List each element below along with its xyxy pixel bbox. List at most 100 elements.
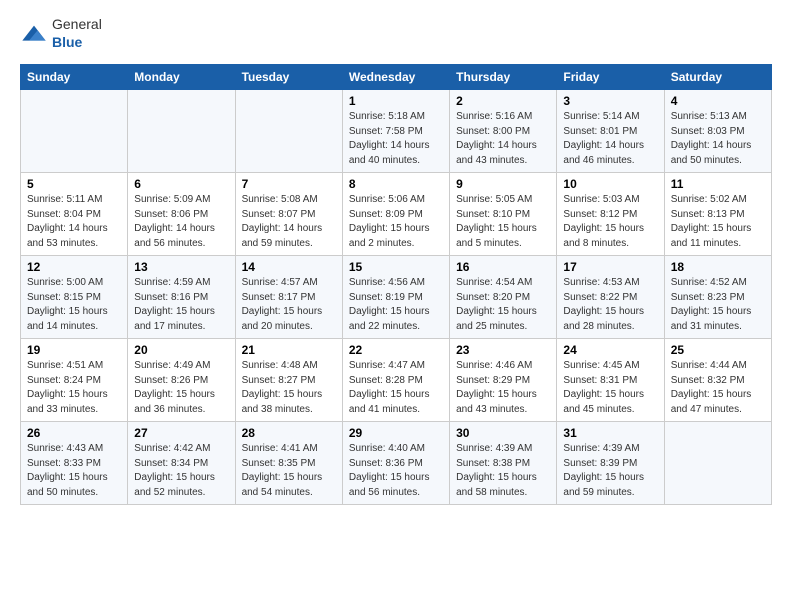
calendar-day-cell: 24 Sunrise: 4:45 AMSunset: 8:31 PMDayligh… bbox=[557, 339, 664, 422]
calendar-day-cell: 3Sunrise: 5:14 AMSunset: 8:01 PMDaylight… bbox=[557, 90, 664, 173]
day-info: Sunrise: 4:52 AMSunset: 8:23 PMDaylight:… bbox=[671, 276, 765, 334]
weekday-header-friday: Friday bbox=[557, 65, 664, 90]
calendar-day-cell: 7Sunrise: 5:08 AMSunset: 8:07 PMDaylight… bbox=[235, 173, 342, 256]
day-info: Sunrise: 5:13 AMSunset: 8:03 PMDaylight:… bbox=[671, 110, 765, 168]
day-number: 11 bbox=[671, 177, 765, 191]
day-number: 25 bbox=[671, 343, 765, 357]
calendar-day-cell: 19 Sunrise: 4:51 AMSunset: 8:24 PMDayligh… bbox=[21, 339, 128, 422]
calendar-day-cell: 20 Sunrise: 4:49 AMSunset: 8:26 PMDayligh… bbox=[128, 339, 235, 422]
day-info: Sunrise: 4:53 AMSunset: 8:22 PMDaylight:… bbox=[563, 276, 657, 334]
day-number: 27 bbox=[134, 426, 228, 440]
day-info: Sunrise: 4:45 AMSunset: 8:31 PMDaylight:… bbox=[563, 359, 657, 417]
day-number: 12 bbox=[27, 260, 121, 274]
day-number: 18 bbox=[671, 260, 765, 274]
calendar-day-cell: 9 Sunrise: 5:05 AMSunset: 8:10 PMDaylight… bbox=[450, 173, 557, 256]
day-info: Sunrise: 4:48 AMSunset: 8:27 PMDaylight:… bbox=[242, 359, 336, 417]
day-number: 10 bbox=[563, 177, 657, 191]
calendar-day-cell: 26 Sunrise: 4:43 AMSunset: 8:33 PMDayligh… bbox=[21, 422, 128, 505]
calendar-week-row: 26 Sunrise: 4:43 AMSunset: 8:33 PMDayligh… bbox=[21, 422, 772, 505]
calendar-week-row: 19 Sunrise: 4:51 AMSunset: 8:24 PMDayligh… bbox=[21, 339, 772, 422]
calendar-day-cell: 8 Sunrise: 5:06 AMSunset: 8:09 PMDaylight… bbox=[342, 173, 449, 256]
calendar-day-cell: 22 Sunrise: 4:47 AMSunset: 8:28 PMDayligh… bbox=[342, 339, 449, 422]
day-number: 23 bbox=[456, 343, 550, 357]
day-info: Sunrise: 5:18 AMSunset: 7:58 PMDaylight:… bbox=[349, 110, 443, 168]
calendar-day-cell: 17 Sunrise: 4:53 AMSunset: 8:22 PMDayligh… bbox=[557, 256, 664, 339]
calendar-table: SundayMondayTuesdayWednesdayThursdayFrid… bbox=[20, 64, 772, 505]
weekday-header-thursday: Thursday bbox=[450, 65, 557, 90]
calendar-day-cell: 15 Sunrise: 4:56 AMSunset: 8:19 PMDayligh… bbox=[342, 256, 449, 339]
day-info: Sunrise: 5:09 AMSunset: 8:06 PMDaylight:… bbox=[134, 193, 228, 251]
calendar-day-cell: 21 Sunrise: 4:48 AMSunset: 8:27 PMDayligh… bbox=[235, 339, 342, 422]
calendar-day-cell: 5 Sunrise: 5:11 AMSunset: 8:04 PMDaylight… bbox=[21, 173, 128, 256]
day-number: 15 bbox=[349, 260, 443, 274]
calendar-week-row: 1Sunrise: 5:18 AMSunset: 7:58 PMDaylight… bbox=[21, 90, 772, 173]
calendar-empty-cell bbox=[128, 90, 235, 173]
day-number: 22 bbox=[349, 343, 443, 357]
calendar-day-cell: 13Sunrise: 4:59 AMSunset: 8:16 PMDayligh… bbox=[128, 256, 235, 339]
day-info: Sunrise: 5:06 AMSunset: 8:09 PMDaylight:… bbox=[349, 193, 443, 251]
calendar-day-cell: 23Sunrise: 4:46 AMSunset: 8:29 PMDayligh… bbox=[450, 339, 557, 422]
day-number: 17 bbox=[563, 260, 657, 274]
day-number: 8 bbox=[349, 177, 443, 191]
weekday-header-sunday: Sunday bbox=[21, 65, 128, 90]
calendar-day-cell: 16Sunrise: 4:54 AMSunset: 8:20 PMDayligh… bbox=[450, 256, 557, 339]
day-info: Sunrise: 5:02 AMSunset: 8:13 PMDaylight:… bbox=[671, 193, 765, 251]
day-info: Sunrise: 5:14 AMSunset: 8:01 PMDaylight:… bbox=[563, 110, 657, 168]
calendar-day-cell: 25 Sunrise: 4:44 AMSunset: 8:32 PMDayligh… bbox=[664, 339, 771, 422]
day-info: Sunrise: 4:44 AMSunset: 8:32 PMDaylight:… bbox=[671, 359, 765, 417]
day-number: 19 bbox=[27, 343, 121, 357]
day-info: Sunrise: 4:42 AMSunset: 8:34 PMDaylight:… bbox=[134, 442, 228, 500]
calendar-day-cell: 6 Sunrise: 5:09 AMSunset: 8:06 PMDaylight… bbox=[128, 173, 235, 256]
day-number: 20 bbox=[134, 343, 228, 357]
day-number: 30 bbox=[456, 426, 550, 440]
day-number: 14 bbox=[242, 260, 336, 274]
weekday-header-saturday: Saturday bbox=[664, 65, 771, 90]
logo-icon bbox=[20, 24, 48, 44]
calendar-day-cell: 31 Sunrise: 4:39 AMSunset: 8:39 PMDayligh… bbox=[557, 422, 664, 505]
calendar-week-row: 5 Sunrise: 5:11 AMSunset: 8:04 PMDaylight… bbox=[21, 173, 772, 256]
day-number: 4 bbox=[671, 94, 765, 108]
day-number: 28 bbox=[242, 426, 336, 440]
calendar-empty-cell bbox=[21, 90, 128, 173]
day-info: Sunrise: 4:56 AMSunset: 8:19 PMDaylight:… bbox=[349, 276, 443, 334]
calendar-day-cell: 29Sunrise: 4:40 AMSunset: 8:36 PMDayligh… bbox=[342, 422, 449, 505]
day-info: Sunrise: 4:51 AMSunset: 8:24 PMDaylight:… bbox=[27, 359, 121, 417]
day-info: Sunrise: 4:40 AMSunset: 8:36 PMDaylight:… bbox=[349, 442, 443, 500]
day-info: Sunrise: 4:54 AMSunset: 8:20 PMDaylight:… bbox=[456, 276, 550, 334]
logo-general: General bbox=[52, 16, 102, 32]
day-info: Sunrise: 5:05 AMSunset: 8:10 PMDaylight:… bbox=[456, 193, 550, 251]
day-number: 6 bbox=[134, 177, 228, 191]
day-info: Sunrise: 5:00 AMSunset: 8:15 PMDaylight:… bbox=[27, 276, 121, 334]
calendar-day-cell: 30 Sunrise: 4:39 AMSunset: 8:38 PMDayligh… bbox=[450, 422, 557, 505]
day-number: 26 bbox=[27, 426, 121, 440]
calendar-empty-cell bbox=[235, 90, 342, 173]
logo: General Blue bbox=[20, 16, 102, 52]
day-info: Sunrise: 4:39 AMSunset: 8:38 PMDaylight:… bbox=[456, 442, 550, 500]
day-info: Sunrise: 4:43 AMSunset: 8:33 PMDaylight:… bbox=[27, 442, 121, 500]
day-info: Sunrise: 5:16 AMSunset: 8:00 PMDaylight:… bbox=[456, 110, 550, 168]
day-info: Sunrise: 4:41 AMSunset: 8:35 PMDaylight:… bbox=[242, 442, 336, 500]
weekday-header-monday: Monday bbox=[128, 65, 235, 90]
day-info: Sunrise: 4:47 AMSunset: 8:28 PMDaylight:… bbox=[349, 359, 443, 417]
day-number: 31 bbox=[563, 426, 657, 440]
day-number: 9 bbox=[456, 177, 550, 191]
day-info: Sunrise: 4:57 AMSunset: 8:17 PMDaylight:… bbox=[242, 276, 336, 334]
calendar-day-cell: 1Sunrise: 5:18 AMSunset: 7:58 PMDaylight… bbox=[342, 90, 449, 173]
day-number: 5 bbox=[27, 177, 121, 191]
day-info: Sunrise: 5:11 AMSunset: 8:04 PMDaylight:… bbox=[27, 193, 121, 251]
day-number: 21 bbox=[242, 343, 336, 357]
day-number: 24 bbox=[563, 343, 657, 357]
logo-blue: Blue bbox=[52, 34, 82, 50]
day-number: 2 bbox=[456, 94, 550, 108]
day-info: Sunrise: 4:39 AMSunset: 8:39 PMDaylight:… bbox=[563, 442, 657, 500]
day-number: 13 bbox=[134, 260, 228, 274]
weekday-header-tuesday: Tuesday bbox=[235, 65, 342, 90]
calendar-day-cell: 27 Sunrise: 4:42 AMSunset: 8:34 PMDayligh… bbox=[128, 422, 235, 505]
page-header: General Blue bbox=[20, 16, 772, 52]
calendar-day-cell: 11 Sunrise: 5:02 AMSunset: 8:13 PMDayligh… bbox=[664, 173, 771, 256]
day-info: Sunrise: 4:49 AMSunset: 8:26 PMDaylight:… bbox=[134, 359, 228, 417]
calendar-day-cell: 14 Sunrise: 4:57 AMSunset: 8:17 PMDayligh… bbox=[235, 256, 342, 339]
logo-text: General Blue bbox=[52, 16, 102, 52]
calendar-week-row: 12 Sunrise: 5:00 AMSunset: 8:15 PMDayligh… bbox=[21, 256, 772, 339]
calendar-day-cell: 2 Sunrise: 5:16 AMSunset: 8:00 PMDaylight… bbox=[450, 90, 557, 173]
